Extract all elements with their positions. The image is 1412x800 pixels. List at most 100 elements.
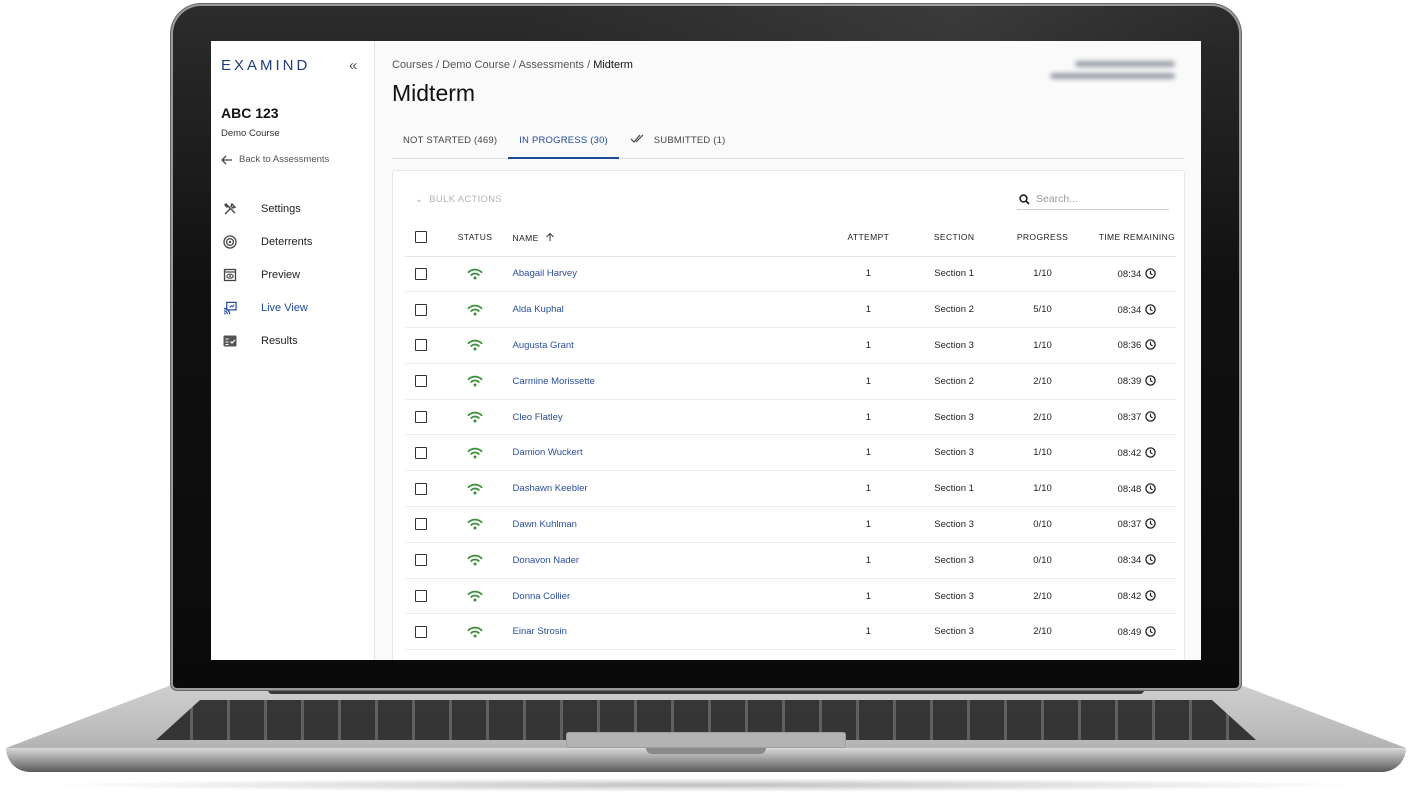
main-content: Courses / Demo Course / Assessments / Mi… (375, 41, 1201, 660)
student-name-link[interactable]: Einar Strosin (512, 613, 816, 651)
sidebar-item-live-view[interactable]: Live View (211, 291, 375, 324)
search-input[interactable] (1036, 193, 1156, 205)
table-row[interactable]: Dawn Kuhlman 1 Section 3 0/10 08:37 (405, 506, 1176, 543)
row-checkbox-cell (405, 256, 438, 293)
section-cell: Section 3 (921, 578, 988, 615)
table-row[interactable]: Carmine Morissette 1 Section 2 2/10 08:3… (405, 363, 1176, 400)
status-tabs: NOT STARTED (469) IN PROGRESS (30) SUBMI… (392, 129, 1185, 159)
breadcrumb-current: Midterm (593, 59, 633, 71)
column-status: STATUS (437, 219, 513, 257)
status-cell (437, 506, 513, 543)
preview-eye-icon (223, 268, 237, 282)
sidebar-item-deterrents[interactable]: Deterrents (211, 225, 375, 258)
row-checkbox-cell (405, 578, 438, 615)
table-row[interactable]: Damion Wuckert 1 Section 3 1/10 08:42 (405, 434, 1176, 472)
account-menu-blurred[interactable] (1025, 55, 1175, 91)
time-remaining-cell: 08:37 (1097, 399, 1176, 436)
student-name-link[interactable]: Dawn Kuhlman (512, 506, 816, 543)
breadcrumb-courses[interactable]: Courses (392, 59, 433, 71)
clock-icon (1145, 590, 1157, 601)
table-row[interactable]: Donavon Nader 1 Section 3 0/10 08:34 (405, 542, 1176, 579)
attempt-cell: 1 (815, 291, 922, 329)
time-remaining-value: 08:34 (1117, 268, 1142, 280)
status-cell (437, 399, 513, 436)
sidebar-item-label: Deterrents (261, 235, 313, 248)
sidebar-item-preview[interactable]: Preview (211, 258, 375, 291)
results-list-icon (223, 334, 237, 348)
clock-icon (1145, 447, 1157, 458)
back-label: Back to Assessments (239, 154, 330, 165)
table-body: Abagail Harvey 1 Section 1 1/10 08:34 Al… (405, 256, 1176, 651)
table-row[interactable]: Donna Collier 1 Section 3 2/10 08:42 (405, 578, 1176, 615)
row-checkbox[interactable] (415, 590, 428, 603)
attempt-cell: 1 (815, 506, 922, 543)
clock-icon (1145, 554, 1157, 566)
student-name-link[interactable]: Donna Collier (512, 578, 816, 615)
laptop-base (6, 684, 1406, 794)
sort-ascending-icon (546, 232, 555, 241)
status-cell (437, 542, 513, 579)
attempt-cell: 1 (815, 613, 922, 651)
row-checkbox[interactable] (415, 482, 428, 495)
back-to-assessments-link[interactable]: Back to Assessments (221, 154, 329, 165)
attempt-cell: 1 (815, 363, 922, 400)
select-all-checkbox[interactable] (415, 231, 428, 244)
row-checkbox[interactable] (415, 554, 428, 567)
student-name-link[interactable]: Donavon Nader (512, 542, 816, 579)
time-remaining-value: 08:48 (1117, 483, 1142, 495)
brand-logo[interactable]: EXAMIND (221, 57, 310, 74)
row-checkbox[interactable] (415, 339, 428, 352)
table-row[interactable]: Augusta Grant 1 Section 3 1/10 08:36 (405, 327, 1176, 364)
table-row[interactable]: Einar Strosin 1 Section 3 2/10 08:49 (405, 613, 1176, 651)
connection-online-icon (467, 519, 483, 530)
student-name-link[interactable]: Cleo Flatley (512, 399, 816, 436)
connection-online-icon (467, 483, 483, 495)
student-name-link[interactable]: Alda Kuphal (512, 291, 816, 329)
bulk-actions-label: BULK ACTIONS (429, 194, 503, 205)
select-all-checkbox-cell (405, 219, 438, 257)
student-name-link[interactable]: Carmine Morissette (512, 363, 816, 400)
row-checkbox-cell (405, 470, 438, 508)
row-checkbox[interactable] (415, 446, 428, 459)
table-row[interactable]: Cleo Flatley 1 Section 3 2/10 08:37 (405, 399, 1176, 436)
student-name-link[interactable]: Augusta Grant (512, 327, 816, 364)
connection-online-icon (467, 268, 483, 280)
row-checkbox[interactable] (415, 625, 428, 638)
column-name[interactable]: NAME (512, 219, 816, 257)
status-cell (437, 327, 513, 364)
section-cell: Section 3 (921, 542, 988, 579)
attempt-cell: 1 (815, 578, 922, 615)
tab-not-started[interactable]: NOT STARTED (469) (392, 129, 508, 159)
sidebar-item-settings[interactable]: Settings (211, 192, 375, 225)
row-checkbox[interactable] (415, 303, 428, 316)
attempt-cell: 1 (815, 434, 922, 472)
row-checkbox[interactable] (415, 267, 428, 280)
row-checkbox-cell (405, 327, 438, 364)
table-row[interactable]: Dashawn Keebler 1 Section 1 1/10 08:48 (405, 470, 1176, 508)
students-card: ⌄ BULK ACTIONS STATUS NAME ATTEMPT (392, 170, 1185, 660)
row-checkbox[interactable] (415, 411, 428, 424)
page-title: Midterm (392, 80, 476, 106)
student-name-link[interactable]: Damion Wuckert (512, 434, 816, 472)
collapse-sidebar-button[interactable]: « (349, 57, 357, 74)
tools-icon (223, 202, 237, 216)
tab-submitted[interactable]: SUBMITTED (1) (619, 129, 737, 159)
sidebar-item-label: Live View (261, 301, 308, 314)
bulk-actions-button[interactable]: ⌄ BULK ACTIONS (415, 194, 502, 205)
arrow-left-icon (221, 155, 232, 164)
row-checkbox[interactable] (415, 375, 428, 388)
sidebar-item-results[interactable]: Results (211, 324, 375, 357)
table-row[interactable]: Abagail Harvey 1 Section 1 1/10 08:34 (405, 256, 1176, 293)
student-name-link[interactable]: Dashawn Keebler (512, 470, 816, 508)
search-field (1017, 189, 1169, 210)
row-checkbox[interactable] (415, 518, 428, 531)
table-row[interactable]: Alda Kuphal 1 Section 2 5/10 08:34 (405, 291, 1176, 329)
sidebar-nav: Settings Deterrents Preview Live View Re… (211, 192, 375, 357)
sidebar-item-label: Results (261, 334, 298, 347)
student-name-link[interactable]: Abagail Harvey (512, 256, 816, 293)
progress-cell: 2/10 (987, 363, 1098, 400)
tab-in-progress[interactable]: IN PROGRESS (30) (508, 129, 619, 159)
breadcrumb-assessments[interactable]: Assessments (519, 59, 584, 71)
time-remaining-value: 08:34 (1117, 555, 1142, 567)
breadcrumb-demo-course[interactable]: Demo Course (442, 59, 510, 71)
